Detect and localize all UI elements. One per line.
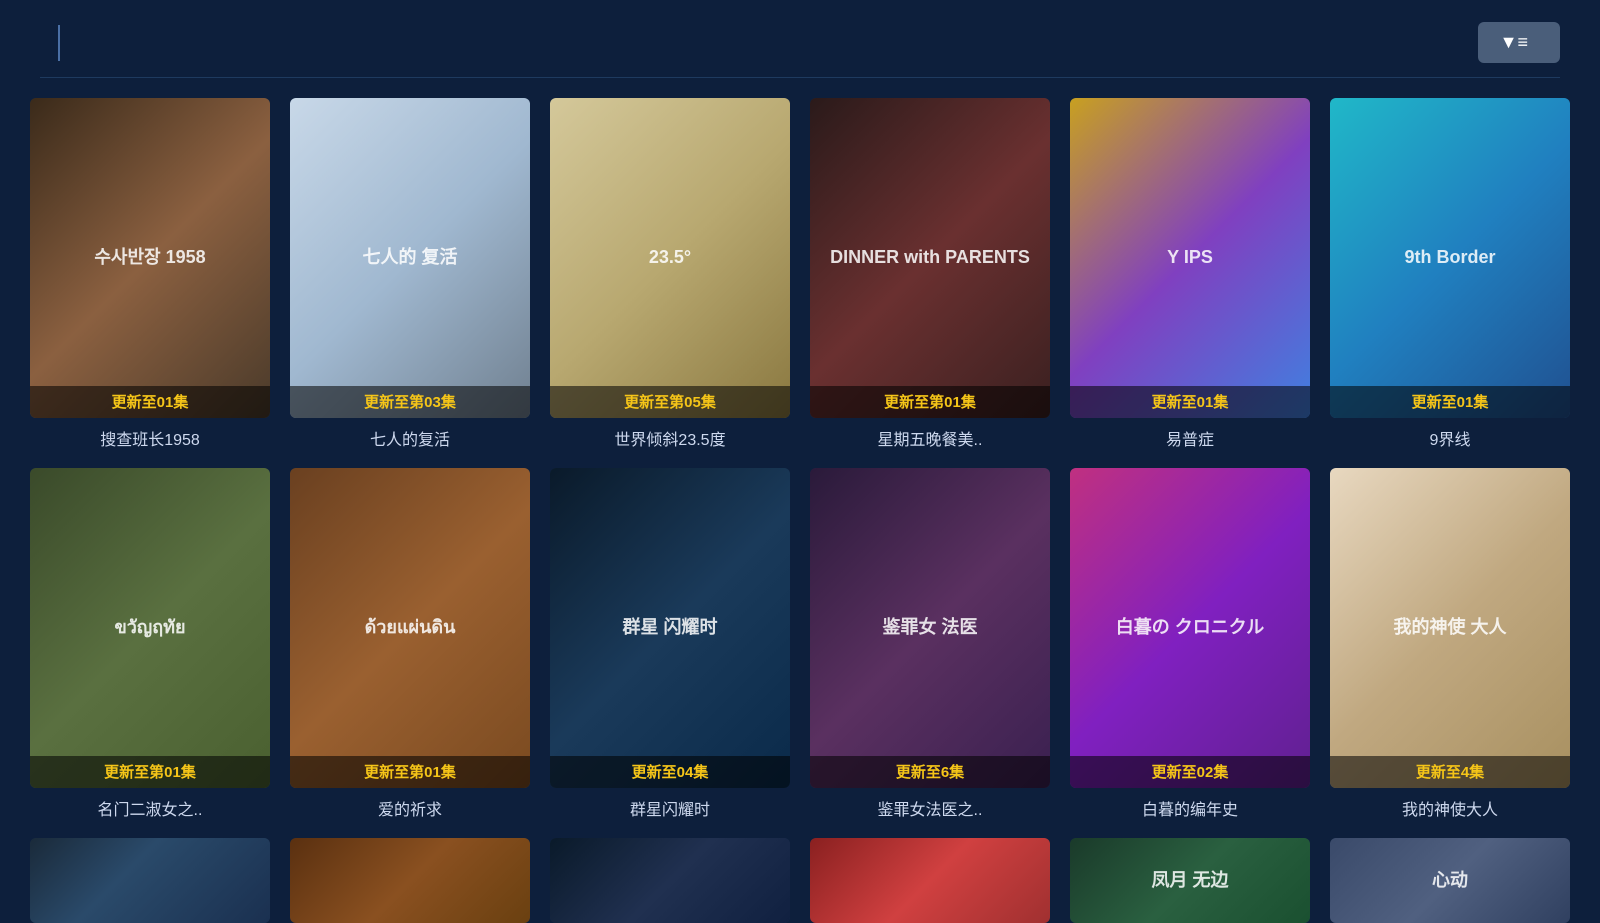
show-poster: 9th Border更新至01集 [1330, 98, 1570, 418]
poster-inner: 群星 闪耀时更新至04集 [550, 468, 790, 788]
show-poster: ด้วยแผ่นดิน更新至第01集 [290, 468, 530, 788]
show-card[interactable]: 23.5°更新至第05集世界倾斜23.5度 [550, 98, 790, 450]
update-badge: 更新至第03集 [290, 386, 530, 418]
poster-overlay-text: 我的神使 大人 [1330, 468, 1570, 788]
poster-inner [810, 838, 1050, 923]
menu-button[interactable]: ▼≡ [1478, 22, 1560, 63]
show-poster: 群星 闪耀时更新至04集 [550, 468, 790, 788]
show-card[interactable]: 鉴罪女 法医更新至6集鉴罪女法医之.. [810, 468, 1050, 820]
filter-icon: ▼≡ [1500, 32, 1528, 53]
show-title: 世界倾斜23.5度 [550, 426, 790, 450]
show-card[interactable]: 白暮の クロニクル更新至02集白暮的编年史 [1070, 468, 1310, 820]
show-card[interactable]: 我的神使 大人更新至4集我的神使大人 [1330, 468, 1570, 820]
poster-inner: 凤月 无边 [1070, 838, 1310, 923]
update-badge: 更新至02集 [1070, 756, 1310, 788]
poster-inner [290, 838, 530, 923]
show-title: 星期五晚餐美.. [810, 426, 1050, 450]
poster-overlay-text: 수사반장 1958 [30, 98, 270, 418]
show-title: 群星闪耀时 [550, 796, 790, 820]
page-header: ▼≡ [0, 0, 1600, 77]
poster-inner: DINNER with PARENTS更新至第01集 [810, 98, 1050, 418]
poster-inner: 我的神使 大人更新至4集 [1330, 468, 1570, 788]
poster-overlay-text: 鉴罪女 法医 [810, 468, 1050, 788]
poster-overlay-text: DINNER with PARENTS [810, 98, 1050, 418]
show-poster: DINNER with PARENTS更新至第01集 [810, 98, 1050, 418]
show-title: 爱的祈求 [290, 796, 530, 820]
show-poster: 七人的 复活更新至第03集 [290, 98, 530, 418]
poster-inner: 心动 [1330, 838, 1570, 923]
show-card[interactable] [550, 838, 790, 923]
show-card[interactable] [30, 838, 270, 923]
show-grid: 수사반장 1958更新至01集搜查班长1958七人的 复活更新至第03集七人的复… [0, 88, 1600, 923]
poster-overlay-text: 凤月 无边 [1070, 838, 1310, 923]
header-divider [58, 25, 60, 61]
header-left [40, 25, 78, 61]
poster-inner [550, 838, 790, 923]
show-title: 名门二淑女之.. [30, 796, 270, 820]
show-card[interactable]: 9th Border更新至01集 9界线 [1330, 98, 1570, 450]
update-badge: 更新至6集 [810, 756, 1050, 788]
update-badge: 更新至4集 [1330, 756, 1570, 788]
poster-overlay-text: ด้วยแผ่นดิน [290, 468, 530, 788]
poster-overlay-text: 心动 [1330, 838, 1570, 923]
show-poster: 凤月 无边 [1070, 838, 1310, 923]
poster-inner: 23.5°更新至第05集 [550, 98, 790, 418]
poster-inner: ด้วยแผ่นดิน更新至第01集 [290, 468, 530, 788]
show-poster: 白暮の クロニクル更新至02集 [1070, 468, 1310, 788]
show-card[interactable]: ขวัญฤทัย更新至第01集名门二淑女之.. [30, 468, 270, 820]
poster-inner: 수사반장 1958更新至01集 [30, 98, 270, 418]
show-card[interactable]: DINNER with PARENTS更新至第01集星期五晚餐美.. [810, 98, 1050, 450]
show-card[interactable]: 七人的 复活更新至第03集七人的复活 [290, 98, 530, 450]
update-badge: 更新至04集 [550, 756, 790, 788]
poster-inner [30, 838, 270, 923]
poster-inner: Y IPS更新至01集 [1070, 98, 1310, 418]
poster-overlay-text: 白暮の クロニクル [1070, 468, 1310, 788]
show-card[interactable]: ด้วยแผ่นดิน更新至第01集爱的祈求 [290, 468, 530, 820]
show-poster: 수사반장 1958更新至01集 [30, 98, 270, 418]
show-card[interactable]: 凤月 无边 [1070, 838, 1310, 923]
update-badge: 更新至第01集 [30, 756, 270, 788]
show-title: 七人的复活 [290, 426, 530, 450]
show-poster [30, 838, 270, 923]
show-poster: 我的神使 大人更新至4集 [1330, 468, 1570, 788]
show-poster: 23.5°更新至第05集 [550, 98, 790, 418]
poster-inner: 鉴罪女 法医更新至6集 [810, 468, 1050, 788]
update-badge: 更新至01集 [1330, 386, 1570, 418]
poster-overlay-text: 群星 闪耀时 [550, 468, 790, 788]
poster-inner: ขวัญฤทัย更新至第01集 [30, 468, 270, 788]
update-badge: 更新至01集 [1070, 386, 1310, 418]
show-card[interactable]: Y IPS更新至01集易普症 [1070, 98, 1310, 450]
show-poster: ขวัญฤทัย更新至第01集 [30, 468, 270, 788]
show-title: 易普症 [1070, 426, 1310, 450]
show-card[interactable]: 心动 [1330, 838, 1570, 923]
show-poster [810, 838, 1050, 923]
show-poster: 鉴罪女 法医更新至6集 [810, 468, 1050, 788]
show-card[interactable] [810, 838, 1050, 923]
update-badge: 更新至第05集 [550, 386, 790, 418]
poster-inner: 9th Border更新至01集 [1330, 98, 1570, 418]
header-divider-line [40, 77, 1560, 78]
poster-overlay-text: Y IPS [1070, 98, 1310, 418]
show-title: 我的神使大人 [1330, 796, 1570, 820]
show-poster: 心动 [1330, 838, 1570, 923]
poster-overlay-text: 23.5° [550, 98, 790, 418]
poster-inner: 七人的 复活更新至第03集 [290, 98, 530, 418]
show-poster [550, 838, 790, 923]
update-badge: 更新至01集 [30, 386, 270, 418]
show-card[interactable] [290, 838, 530, 923]
show-poster [290, 838, 530, 923]
update-badge: 更新至第01集 [810, 386, 1050, 418]
show-card[interactable]: 수사반장 1958更新至01集搜查班长1958 [30, 98, 270, 450]
show-card[interactable]: 群星 闪耀时更新至04集群星闪耀时 [550, 468, 790, 820]
show-title: 9界线 [1330, 426, 1570, 450]
show-poster: Y IPS更新至01集 [1070, 98, 1310, 418]
show-title: 鉴罪女法医之.. [810, 796, 1050, 820]
poster-inner: 白暮の クロニクル更新至02集 [1070, 468, 1310, 788]
poster-overlay-text: ขวัญฤทัย [30, 468, 270, 788]
poster-overlay-text: 9th Border [1330, 98, 1570, 418]
show-title: 搜查班长1958 [30, 426, 270, 450]
poster-overlay-text: 七人的 复活 [290, 98, 530, 418]
show-title: 白暮的编年史 [1070, 796, 1310, 820]
update-badge: 更新至第01集 [290, 756, 530, 788]
